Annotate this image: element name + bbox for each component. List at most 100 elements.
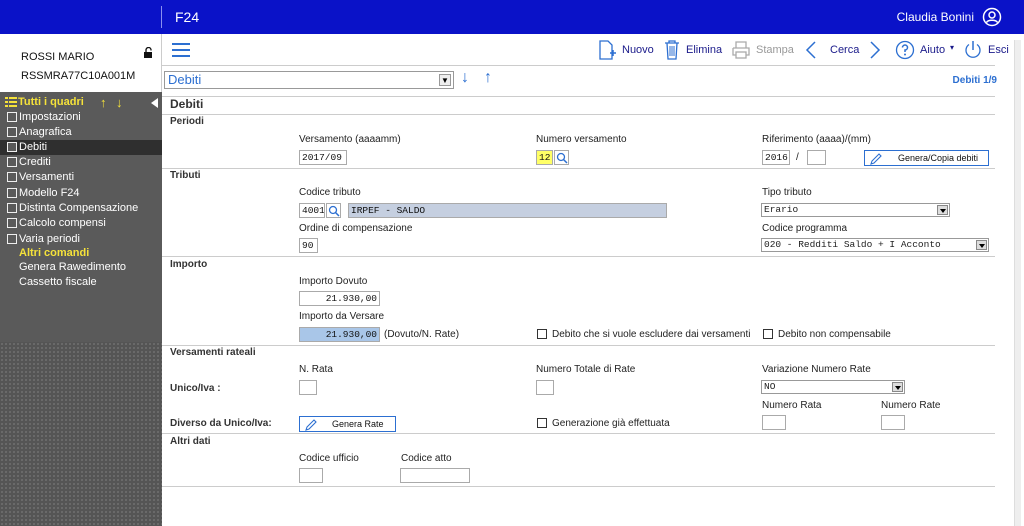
app-title: F24 xyxy=(175,9,200,25)
ordine-compensazione-label: Ordine di compensazione xyxy=(299,223,413,234)
numero-totale-rate-field[interactable] xyxy=(536,380,554,395)
new-button[interactable]: Nuovo xyxy=(597,40,655,60)
dropdown-arrow-icon[interactable] xyxy=(892,382,903,392)
search-button[interactable] xyxy=(326,203,341,218)
menu-icon[interactable] xyxy=(172,43,190,57)
n-rata-field[interactable] xyxy=(299,380,317,395)
pencil-icon xyxy=(870,153,882,165)
sidebar-item-modello-f24[interactable]: Modello F24 xyxy=(0,186,162,201)
arrow-up-icon[interactable]: ↑ xyxy=(100,95,107,110)
codice-ufficio-label: Codice ufficio xyxy=(299,453,359,464)
checkbox-icon[interactable] xyxy=(7,234,17,244)
dropdown-arrow-icon[interactable]: ▼ xyxy=(439,74,451,86)
new-button-label: Nuovo xyxy=(622,44,654,56)
variazione-numero-rate-select[interactable]: NO xyxy=(761,380,905,394)
numero-rate-field[interactable] xyxy=(881,415,905,430)
arrow-down-icon[interactable]: ↓ xyxy=(116,95,123,110)
numero-rata-field[interactable] xyxy=(762,415,786,430)
riferimento-month-field[interactable] xyxy=(807,150,826,165)
codice-atto-field[interactable] xyxy=(400,468,470,483)
versamento-field[interactable]: 2017/09 xyxy=(299,150,347,165)
sidebar-item-label: Anagrafica xyxy=(19,126,72,138)
checkbox-icon[interactable] xyxy=(7,127,17,137)
generazione-effettuata-checkbox[interactable] xyxy=(537,418,547,428)
section-altri-dati-title: Altri dati xyxy=(170,436,211,447)
taxpayer-fiscal-code: RSSMRA77C10A001M xyxy=(21,70,136,82)
sidebar-item-anagrafica[interactable]: Anagrafica xyxy=(0,125,162,140)
sidebar-command-cassetto-fiscale[interactable]: Cassetto fiscale xyxy=(19,276,97,288)
sidebar: ROSSI MARIO RSSMRA77C10A001M Tutti i qua… xyxy=(0,34,162,526)
codice-programma-select[interactable]: 020 - Redditi Saldo + I Acconto xyxy=(761,238,989,252)
checkbox-icon[interactable] xyxy=(7,112,17,122)
arrow-up-icon[interactable]: ↑ xyxy=(484,69,492,87)
checkbox-icon[interactable] xyxy=(7,188,17,198)
printer-icon xyxy=(732,41,750,59)
riferimento-year-field[interactable]: 2016 xyxy=(762,150,790,165)
toolbar: Nuovo Elimina Stampa Cerca Aiuto ▾ Esci xyxy=(162,34,1024,66)
print-button[interactable]: Stampa xyxy=(731,40,797,60)
search-button-label[interactable]: Cerca xyxy=(830,44,859,56)
checkbox-icon[interactable] xyxy=(7,142,17,152)
tipo-tributo-select[interactable]: Erario xyxy=(761,203,950,217)
chevron-left-icon[interactable] xyxy=(805,40,817,60)
exit-button[interactable]: Esci xyxy=(963,40,1013,60)
sidebar-item-crediti[interactable]: Crediti xyxy=(0,155,162,170)
search-navigation[interactable]: Cerca xyxy=(805,40,885,60)
sidebar-item-distinta-compensazione[interactable]: Distinta Compensazione xyxy=(0,201,162,216)
user-account-icon[interactable] xyxy=(982,7,1002,27)
collapse-sidebar-icon[interactable] xyxy=(151,98,158,108)
sidebar-item-impostazioni[interactable]: Impostazioni xyxy=(0,110,162,125)
genera-rate-label: Genera Rate xyxy=(332,419,384,429)
checkbox-icon[interactable] xyxy=(7,203,17,213)
dropdown-arrow-icon[interactable] xyxy=(937,205,948,215)
checkbox-icon[interactable] xyxy=(7,157,17,167)
importo-dovuto-field[interactable]: 21.930,00 xyxy=(299,291,380,306)
dropdown-arrow-icon[interactable] xyxy=(976,240,987,250)
current-user-name[interactable]: Claudia Bonini xyxy=(897,10,974,24)
sidebar-item-label: Distinta Compensazione xyxy=(19,202,139,214)
sidebar-item-calcolo-compensi[interactable]: Calcolo compensi xyxy=(0,216,162,231)
section-selector-row: Debiti ▼ ↓ ↑ Debiti 1/9 xyxy=(162,66,1024,96)
diverso-unico-iva-label: Diverso da Unico/Iva: xyxy=(170,418,272,429)
divider xyxy=(162,96,995,97)
escludere-versamenti-checkbox[interactable] xyxy=(537,329,547,339)
sidebar-item-label: Calcolo compensi xyxy=(19,217,106,229)
genera-copia-debiti-button[interactable]: Genera/Copia debiti xyxy=(864,150,989,166)
trash-icon xyxy=(665,40,679,60)
sidebar-item-varia-periodi[interactable]: Varia periodi xyxy=(0,232,162,247)
checkbox-icon[interactable] xyxy=(7,218,17,228)
importo-versare-note: (Dovuto/N. Rate) xyxy=(384,329,460,340)
top-bar: F24 Claudia Bonini xyxy=(0,0,1024,34)
help-dropdown-icon[interactable]: ▾ xyxy=(950,43,954,52)
pencil-icon xyxy=(305,419,317,431)
unlock-icon[interactable] xyxy=(143,47,155,59)
genera-rate-button[interactable]: Genera Rate xyxy=(299,416,396,432)
vertical-scrollbar[interactable] xyxy=(1014,40,1021,526)
chevron-right-icon[interactable] xyxy=(869,40,881,60)
numero-versamento-field[interactable]: 12 xyxy=(536,150,553,165)
search-icon xyxy=(556,152,568,164)
divider xyxy=(162,486,995,487)
non-compensabile-checkbox[interactable] xyxy=(763,329,773,339)
checkbox-icon[interactable] xyxy=(7,172,17,182)
arrow-down-icon[interactable]: ↓ xyxy=(461,69,469,87)
top-bar-divider xyxy=(161,6,162,28)
divider xyxy=(162,114,995,115)
search-button[interactable] xyxy=(554,150,569,165)
sidebar-command-genera-ravvedimento[interactable]: Genera Rawedimento xyxy=(19,261,126,273)
n-rata-label: N. Rata xyxy=(299,364,333,375)
sidebar-all-sections-header[interactable]: Tutti i quadri ↑ ↓ xyxy=(0,95,162,110)
codice-tributo-field[interactable]: 4001 xyxy=(299,203,325,218)
sidebar-item-label: Impostazioni xyxy=(19,111,81,123)
sidebar-item-debiti[interactable]: Debiti xyxy=(0,140,162,155)
codice-ufficio-field[interactable] xyxy=(299,468,323,483)
delete-button[interactable]: Elimina xyxy=(664,40,726,60)
importo-versare-field[interactable]: 21.930,00 xyxy=(299,327,380,342)
ordine-compensazione-field[interactable]: 90 xyxy=(299,238,318,253)
sidebar-item-versamenti[interactable]: Versamenti xyxy=(0,170,162,185)
section-select[interactable]: Debiti ▼ xyxy=(164,71,454,89)
help-button[interactable]: Aiuto ▾ xyxy=(895,40,957,60)
sidebar-background-pattern xyxy=(0,342,162,526)
genera-copia-debiti-label: Genera/Copia debiti xyxy=(898,153,979,163)
divider xyxy=(162,168,995,169)
